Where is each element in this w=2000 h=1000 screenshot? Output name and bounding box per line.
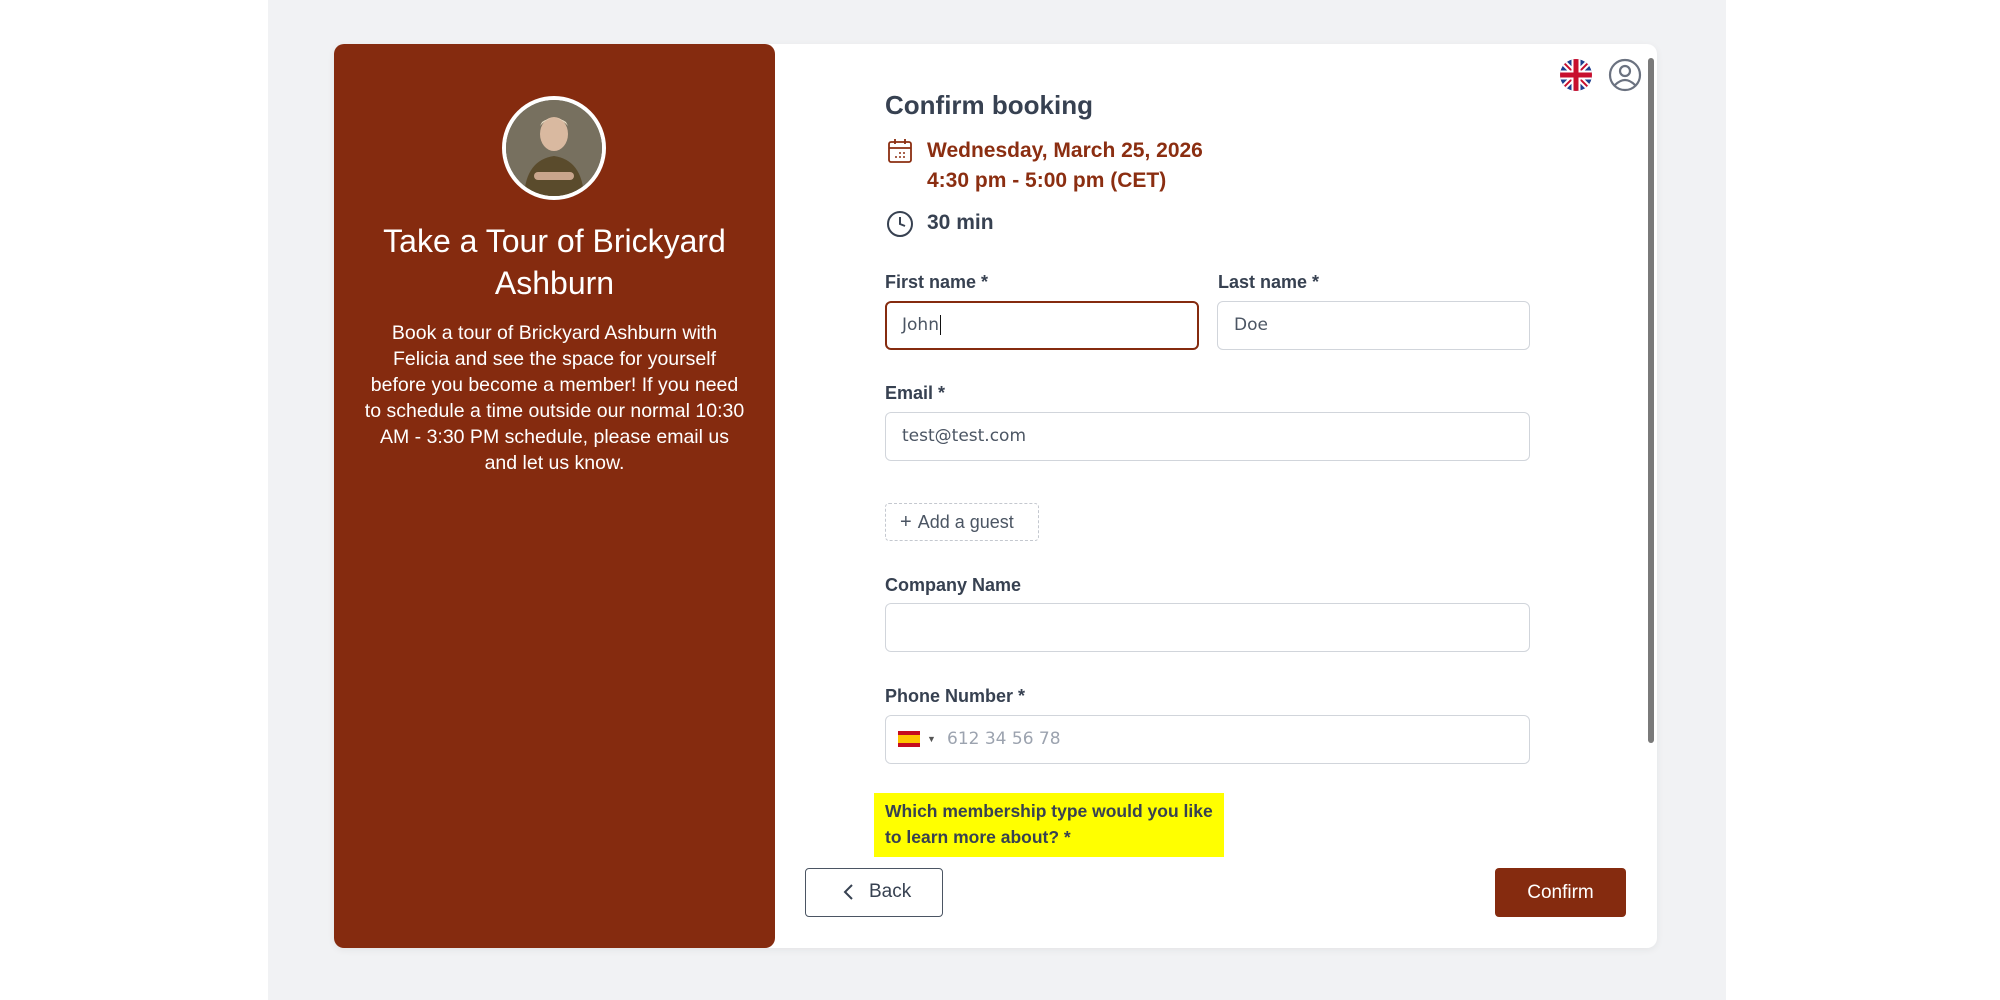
membership-type-question: Which membership type would you like to …	[874, 793, 1224, 857]
clock-icon	[887, 211, 913, 237]
phone-placeholder: 612 34 56 78	[947, 729, 1061, 749]
chevron-down-icon: ▼	[927, 734, 936, 744]
email-input[interactable]: test@test.com	[885, 412, 1530, 461]
booking-time: 4:30 pm - 5:00 pm (CET)	[927, 169, 1167, 192]
scrollbar[interactable]	[1648, 58, 1654, 743]
es-flag-icon	[898, 731, 920, 747]
first-name-label: First name *	[885, 272, 989, 292]
phone-number-label: Phone Number *	[885, 686, 1026, 706]
last-name-label: Last name *	[1218, 272, 1320, 292]
host-avatar	[502, 96, 606, 200]
phone-number-input[interactable]: ▼ 612 34 56 78	[885, 715, 1530, 764]
last-name-input[interactable]: Doe	[1217, 301, 1530, 350]
first-name-value: John	[902, 315, 939, 335]
plus-icon: +	[900, 511, 912, 533]
uk-flag-icon[interactable]	[1560, 59, 1592, 91]
company-name-input[interactable]	[885, 603, 1530, 652]
back-label: Back	[869, 881, 912, 902]
last-name-value: Doe	[1234, 315, 1268, 335]
first-name-input[interactable]: John	[885, 301, 1199, 350]
chevron-left-icon	[843, 884, 853, 900]
back-button[interactable]: Back	[805, 868, 943, 917]
email-label: Email *	[885, 383, 946, 403]
event-info-panel: Take a Tour of Brickyard Ashburn Book a …	[334, 44, 775, 948]
calendar-icon	[888, 139, 912, 163]
confirm-button[interactable]: Confirm	[1495, 868, 1626, 917]
booking-duration: 30 min	[927, 211, 994, 234]
booking-date: Wednesday, March 25, 2026	[927, 139, 1203, 162]
company-name-label: Company Name	[885, 575, 1022, 595]
email-value: test@test.com	[902, 426, 1027, 446]
add-guest-label: Add a guest	[917, 512, 1014, 532]
event-description: Book a tour of Brickyard Ashburn with Fe…	[364, 322, 745, 474]
add-guest-button[interactable]: + Add a guest	[885, 503, 1039, 541]
page-title: Confirm booking	[885, 90, 1093, 120]
event-title: Take a Tour of Brickyard Ashburn	[383, 223, 726, 301]
user-circle-icon[interactable]	[1608, 58, 1642, 92]
text-cursor	[939, 315, 941, 335]
